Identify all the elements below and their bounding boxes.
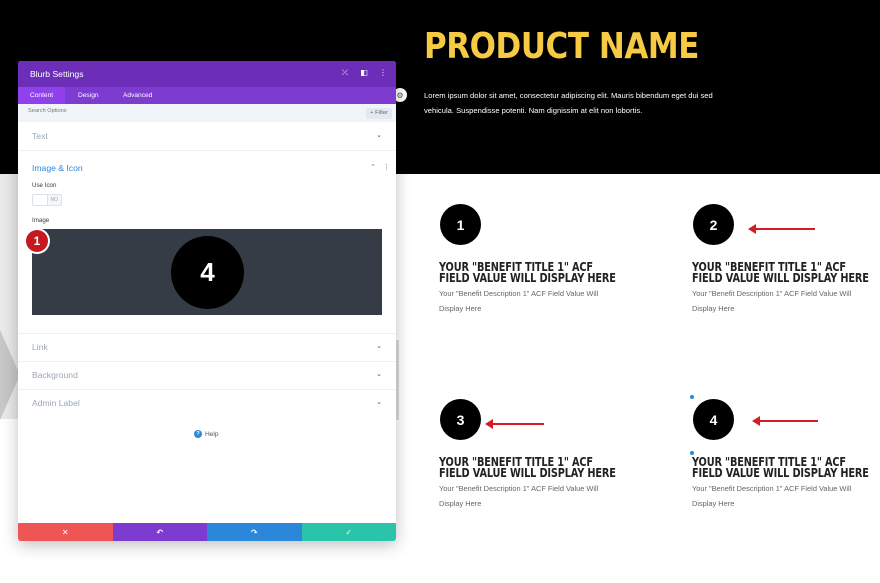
help-label: Help (205, 430, 219, 438)
close-icon: ✕ (61, 527, 69, 537)
red-arrow-annotation (748, 224, 815, 234)
benefit-title: YOUR "BENEFIT TITLE 1" ACF FIELD VALUE W… (439, 454, 616, 480)
decor-strip (396, 340, 399, 420)
chevron-down-icon: ⌄ (376, 343, 382, 350)
section-text-label: Text (32, 131, 48, 141)
decor-triangle (0, 330, 20, 420)
benefit-description: Your "Benefit Description 1" ACF Field V… (692, 484, 852, 508)
benefit-number-icon: 4 (693, 399, 734, 440)
search-options-input[interactable] (28, 108, 308, 114)
preview-number-image: 4 (171, 236, 244, 309)
section-admin-label-toggle[interactable]: Admin Label ⌄ (18, 390, 396, 416)
page: PRODUCT NAME Lorem ipsum dolor sit amet,… (0, 0, 880, 583)
panel-header[interactable]: Blurb Settings ⤫ ◧ ⋮ (18, 61, 396, 87)
section-image-icon-label: Image & Icon (32, 163, 83, 173)
tab-design[interactable]: Design (66, 87, 111, 104)
panel-footer: ✕ ↶ ↷ ✓ (18, 523, 396, 541)
help-link[interactable]: ? Help (194, 430, 219, 438)
section-background-label: Background (32, 370, 78, 380)
hero-description: Lorem ipsum dolor sit amet, consectetur … (424, 91, 713, 115)
benefit-title: YOUR "BENEFIT TITLE 1" ACF FIELD VALUE W… (692, 259, 869, 285)
cancel-button[interactable]: ✕ (18, 523, 113, 541)
section-admin-label-label: Admin Label (32, 398, 80, 408)
redo-icon: ↷ (250, 527, 258, 537)
benefit-description: Your "Benefit Description 1" ACF Field V… (692, 289, 852, 313)
filter-button[interactable]: + Filter (366, 108, 392, 119)
panel-header-controls: ⤫ ◧ ⋮ (340, 68, 388, 78)
product-name-heading: PRODUCT NAME (424, 26, 699, 67)
benefit-description: Your "Benefit Description 1" ACF Field V… (439, 484, 599, 508)
section-background-toggle[interactable]: Background ⌄ (18, 362, 396, 388)
section-link-toggle[interactable]: Link ⌄ (18, 334, 396, 360)
step-badge: 1 (26, 230, 48, 252)
blurb-settings-panel: Blurb Settings ⤫ ◧ ⋮ Content Design Adva… (18, 61, 396, 541)
red-arrow-annotation (485, 419, 544, 429)
module-handle-dot[interactable] (690, 395, 694, 399)
benefit-number-icon: 3 (440, 399, 481, 440)
more-options-icon[interactable]: ⋮ (378, 68, 388, 78)
check-icon: ✓ (345, 527, 353, 537)
image-upload-preview[interactable]: 4 (32, 229, 382, 315)
tab-advanced[interactable]: Advanced (111, 87, 164, 104)
toggle-knob (33, 195, 48, 205)
benefit-title: YOUR "BENEFIT TITLE 1" ACF FIELD VALUE W… (439, 259, 616, 285)
benefit-number-icon: 1 (440, 204, 481, 245)
use-icon-toggle[interactable]: NO (32, 194, 62, 206)
section-link-label: Link (32, 342, 48, 352)
save-button[interactable]: ✓ (301, 523, 396, 541)
exit-fullscreen-icon[interactable]: ⤫ (340, 68, 350, 78)
search-bar: + Filter (18, 104, 396, 122)
use-icon-label: Use Icon (32, 182, 57, 189)
benefit-description: Your "Benefit Description 1" ACF Field V… (439, 289, 599, 313)
toggle-value: NO (50, 197, 59, 203)
chevron-down-icon: ⌄ (376, 132, 382, 139)
benefit-title: YOUR "BENEFIT TITLE 1" ACF FIELD VALUE W… (692, 454, 869, 480)
chevron-up-icon: ⌃ (370, 164, 376, 171)
panel-title: Blurb Settings (30, 69, 84, 79)
section-text-toggle[interactable]: Text ⌄ (18, 123, 396, 149)
redo-button[interactable]: ↷ (207, 523, 302, 541)
chevron-down-icon: ⌄ (376, 399, 382, 406)
undo-button[interactable]: ↶ (112, 523, 207, 541)
split-view-icon[interactable]: ◧ (359, 68, 369, 78)
image-label: Image (32, 217, 50, 224)
divider (18, 150, 396, 151)
settings-tabs: Content Design Advanced (18, 87, 396, 104)
tab-content[interactable]: Content (18, 87, 66, 104)
section-image-icon-toggle[interactable]: Image & Icon ⌃ ⋮ (18, 155, 396, 181)
more-options-icon[interactable]: ⋮ (383, 163, 390, 171)
chevron-down-icon: ⌄ (376, 371, 382, 378)
benefit-number-icon: 2 (693, 204, 734, 245)
help-icon: ? (194, 430, 202, 438)
undo-icon: ↶ (156, 527, 164, 537)
red-arrow-annotation (752, 416, 818, 426)
